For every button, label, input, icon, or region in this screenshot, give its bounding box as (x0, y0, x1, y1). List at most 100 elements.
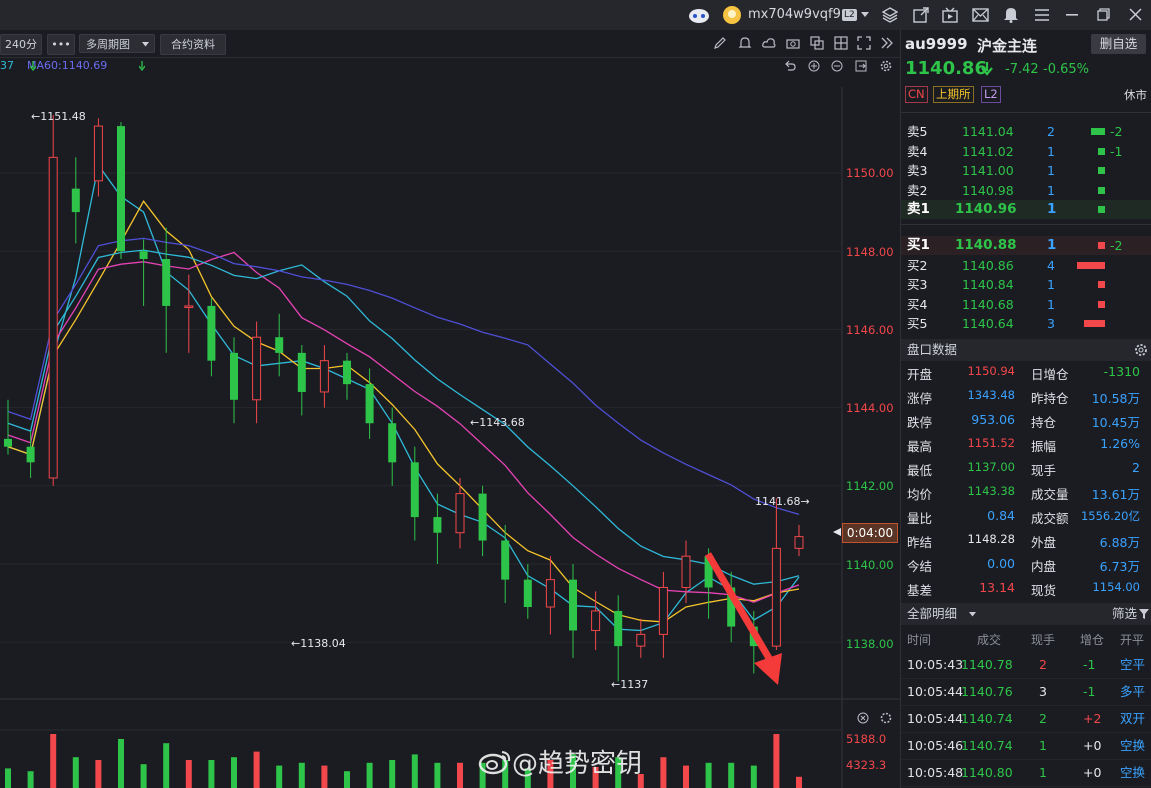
deal-row[interactable]: 10:05:43 1140.78 2 -1 空平 (901, 652, 1151, 679)
volume-bar (276, 765, 283, 788)
cloud-icon[interactable] (762, 36, 776, 50)
candle-body (139, 251, 148, 260)
kline-chart[interactable]: 37 MA60:1140.69 1150.00 1148.00 1146.00 … (0, 57, 900, 788)
ma-line-magenta (7, 251, 800, 603)
ask-row[interactable]: 卖5 1141.04 2 -2 (901, 122, 1151, 141)
stat-label: 跌停 (907, 415, 933, 430)
copy-icon[interactable] (810, 36, 824, 50)
caret-down-icon[interactable] (969, 612, 976, 617)
candle-body (365, 384, 374, 424)
filter-icon[interactable] (1139, 609, 1149, 619)
ask-row[interactable]: 卖4 1141.02 1 -1 (901, 142, 1151, 161)
video-icon[interactable] (942, 7, 958, 23)
menu-icon[interactable] (1034, 8, 1050, 22)
camera-icon[interactable] (786, 36, 800, 50)
candle-body (410, 462, 419, 518)
ask-row[interactable]: 卖2 1140.98 1 (901, 181, 1151, 200)
volume-bar (253, 751, 260, 788)
candle-body (388, 423, 397, 463)
kline-svg (0, 87, 900, 788)
minimize-icon[interactable] (1066, 14, 1078, 17)
deal-time: 10:05:44 (907, 684, 964, 699)
filter-button[interactable]: 筛选 (1112, 603, 1137, 625)
ob-label: 买2 (907, 257, 928, 273)
settings-icon[interactable] (1134, 343, 1148, 357)
stat-value: 1148.28 (967, 532, 1015, 546)
chevron-down-icon[interactable] (861, 12, 869, 18)
ob-change: -2 (1110, 124, 1123, 139)
pencil-icon[interactable] (713, 36, 727, 50)
high-annotation: ←1151.48 (31, 110, 86, 123)
ask-row[interactable]: 卖1 1140.96 1 (901, 200, 1151, 220)
grid-icon[interactable] (834, 36, 848, 50)
more-button[interactable]: ••• (47, 34, 75, 55)
deal-type: 多平 (1120, 684, 1146, 699)
export-icon[interactable] (913, 7, 929, 23)
arrow-down-icon (981, 62, 993, 76)
panel-settings-icon[interactable] (880, 712, 892, 724)
deals-title[interactable]: 全部明细 (907, 603, 957, 625)
stat-value: 10.45万 (1091, 415, 1140, 430)
volume-bar (457, 762, 463, 788)
price-pointer-icon (833, 528, 841, 536)
avatar[interactable] (722, 5, 742, 25)
ob-volume-bar (1084, 320, 1105, 328)
bid-row[interactable]: 买2 1140.86 4 (901, 256, 1151, 275)
contract-info-button[interactable]: 合约资料 (160, 34, 226, 55)
alarm-icon[interactable] (738, 36, 752, 50)
deal-time: 10:05:46 (907, 738, 964, 753)
close-icon[interactable] (1129, 8, 1142, 21)
stat-label: 现手 (1031, 463, 1057, 478)
period-button[interactable]: 240分 (0, 34, 42, 55)
volume-bar (366, 762, 373, 788)
stat-label: 昨结 (907, 535, 933, 550)
volume-bar (683, 765, 689, 788)
username[interactable]: mx704w9vqf9 (748, 7, 841, 22)
volume-bar (750, 765, 757, 788)
candle-body (591, 610, 601, 631)
robot-icon[interactable] (688, 5, 710, 25)
ma-line-cyan-short (7, 163, 800, 632)
close-panel-icon[interactable] (857, 712, 869, 724)
deal-row[interactable]: 10:05:44 1140.74 2 +2 双开 (901, 706, 1151, 733)
bid-row[interactable]: 买1 1140.88 1 -2 (901, 236, 1151, 255)
ob-price: 1140.84 (962, 277, 1014, 293)
deal-volume: 1 (1039, 765, 1047, 780)
panel-data-header: 盘口数据 (901, 339, 1151, 361)
layers-icon[interactable] (882, 7, 898, 23)
volume-bar (118, 739, 124, 788)
symbol-name: 沪金主连 (977, 37, 1038, 55)
multi-period-button[interactable]: 多周期图 (79, 34, 155, 53)
stat-value: 1143.38 (967, 484, 1015, 498)
stat-label: 振幅 (1031, 439, 1057, 454)
bid-row[interactable]: 买5 1140.64 3 (901, 314, 1151, 333)
fullscreen-icon[interactable] (857, 36, 871, 50)
bid-row[interactable]: 买4 1140.68 1 (901, 295, 1151, 314)
restore-icon[interactable] (1097, 8, 1110, 21)
deal-row[interactable]: 10:05:48 1140.80 1 +0 空换 (901, 760, 1151, 787)
deal-row[interactable]: 10:05:44 1140.76 3 -1 多平 (901, 679, 1151, 706)
ob-change: -2 (1110, 238, 1123, 253)
bell-icon[interactable] (1003, 6, 1019, 23)
mail-icon[interactable] (972, 8, 989, 22)
price-tick: 1138.00 (846, 637, 894, 651)
divider (901, 112, 1151, 113)
ob-label: 买1 (907, 237, 930, 253)
ob-price: 1141.02 (962, 143, 1014, 159)
deal-volume: 3 (1039, 684, 1047, 699)
deal-open-interest: -1 (1083, 684, 1096, 699)
double-chevron-right-icon[interactable] (880, 36, 894, 50)
deal-type: 双开 (1120, 711, 1146, 726)
last-price: 1140.86 (905, 58, 987, 79)
stat-value: 13.14 (979, 580, 1015, 595)
watermark-text: @趋势密钥 (512, 749, 643, 779)
stat-label: 昨持仓 (1031, 391, 1069, 406)
ob-volume-bar (1091, 128, 1105, 135)
candle-body (71, 188, 80, 213)
bid-row[interactable]: 买3 1140.84 1 (901, 275, 1151, 294)
ob-volume-bar (1077, 261, 1105, 269)
ask-row[interactable]: 卖3 1141.00 1 (901, 161, 1151, 180)
ob-volume-bar (1098, 242, 1105, 249)
delete-watchlist-button[interactable]: 删自选 (1091, 34, 1146, 54)
deal-row[interactable]: 10:05:46 1140.74 1 +0 空换 (901, 733, 1151, 760)
